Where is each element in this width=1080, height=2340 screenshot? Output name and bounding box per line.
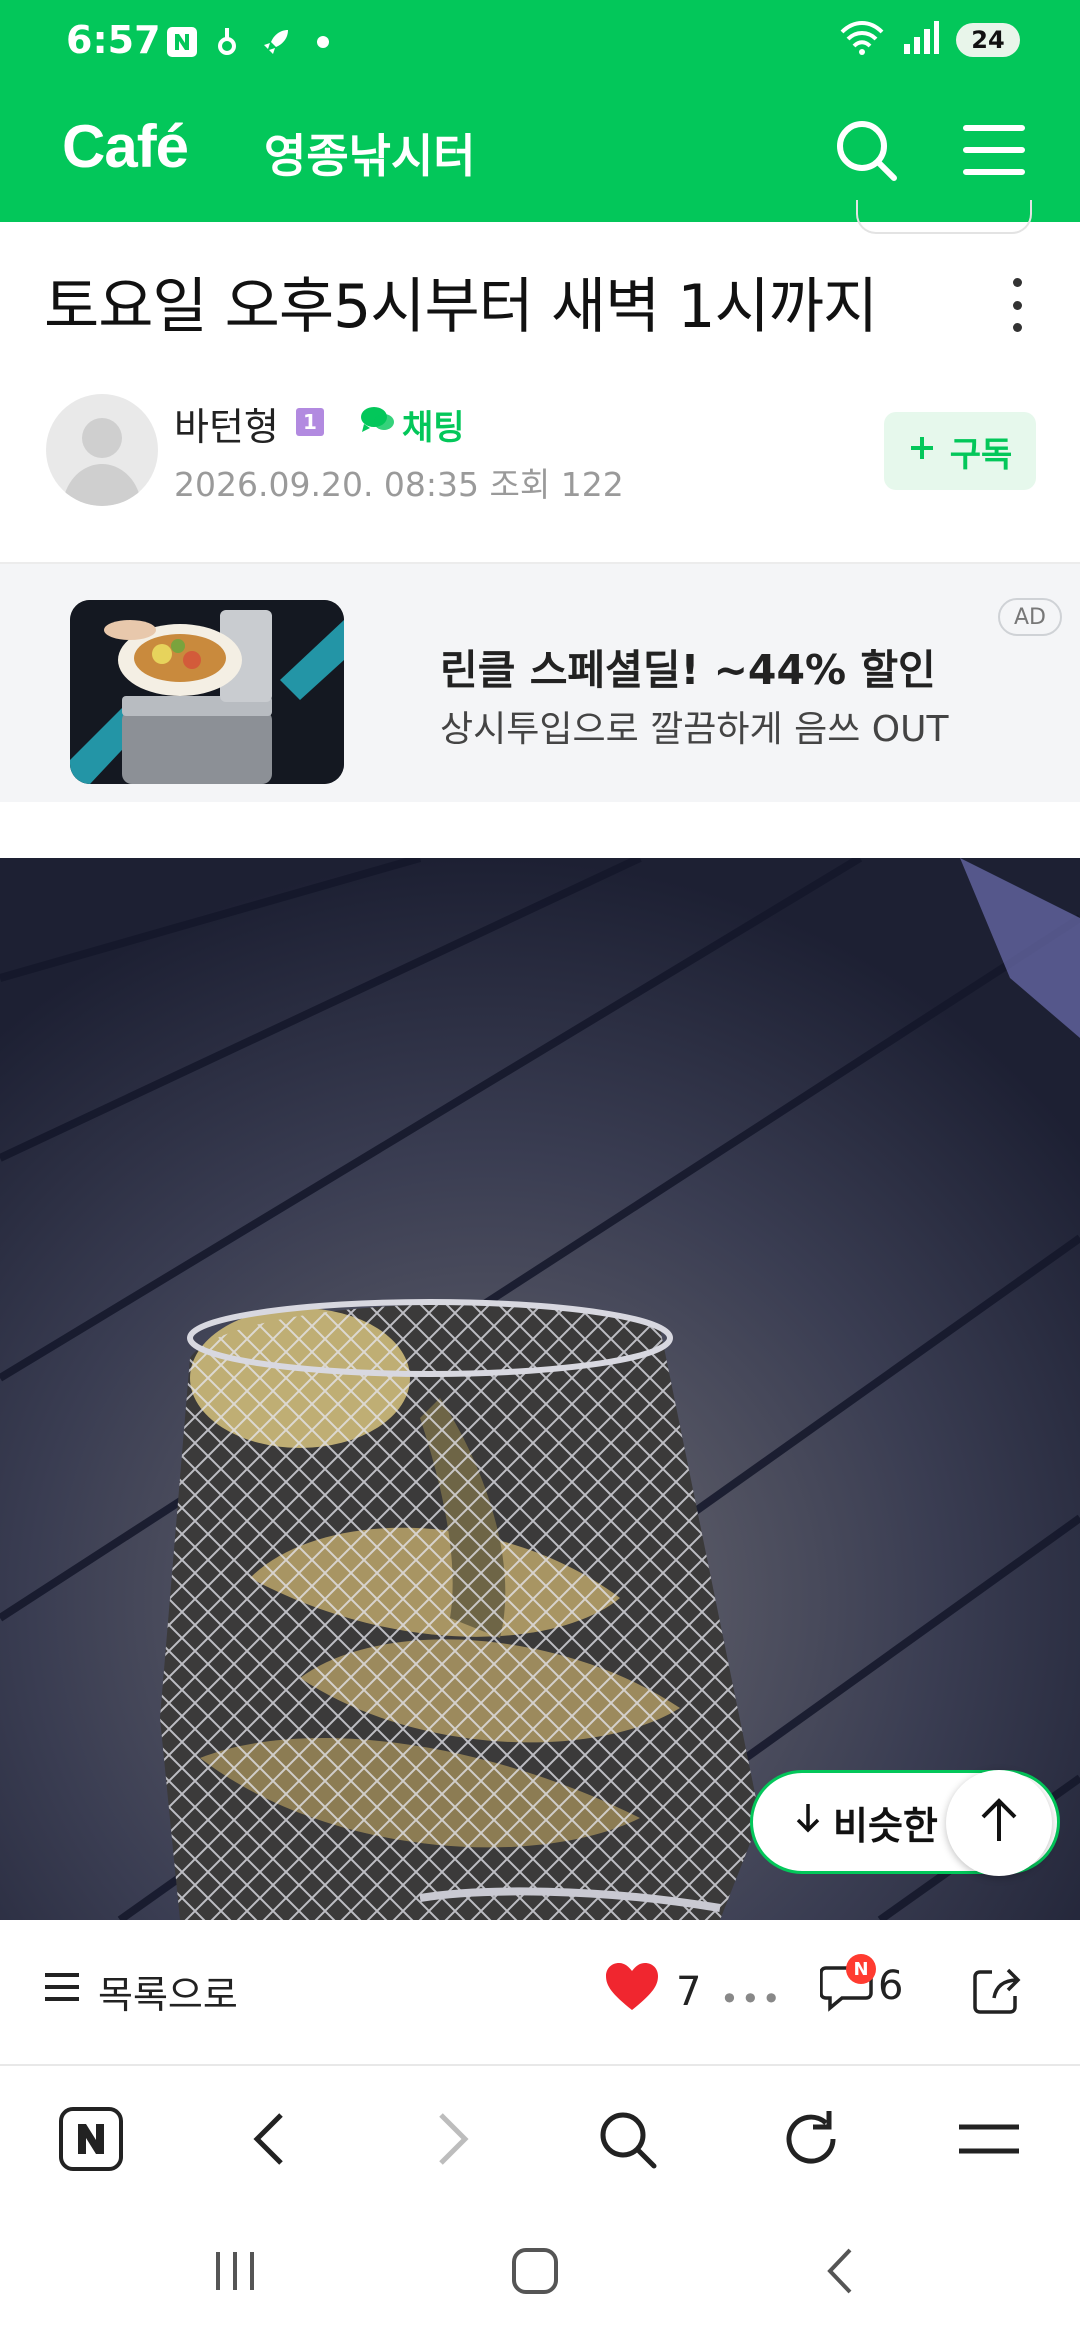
browser-search-icon[interactable] — [592, 2104, 662, 2174]
top-bar: 6:57 24 Café 영종낚시터 — [0, 0, 1080, 222]
similar-label: 비슷한 — [833, 1803, 938, 1848]
heart-icon — [604, 1962, 660, 2022]
post-date: 2026.09.20. 08:35 — [174, 465, 480, 504]
dot-icon — [316, 34, 330, 53]
avatar[interactable] — [46, 394, 158, 506]
app-bar: Café 영종낚시터 — [0, 100, 1080, 200]
cafe-logo[interactable]: Café — [62, 112, 189, 181]
naver-n-icon — [166, 26, 198, 62]
arrow-down-icon — [793, 1800, 823, 1844]
collapsed-pill — [856, 200, 1032, 234]
scroll-top-button[interactable] — [946, 1770, 1052, 1876]
comment-count: 6 — [878, 1963, 904, 2009]
status-time: 6:57 — [66, 18, 161, 62]
author-name[interactable]: 바턴형 — [174, 396, 279, 451]
comment-icon: N — [819, 1954, 876, 2012]
status-bar: 6:57 24 — [0, 0, 1080, 84]
like-button[interactable]: 7 — [604, 1962, 701, 2022]
comment-button[interactable]: N 6 — [819, 1954, 904, 2012]
chat-button[interactable]: 채팅 — [360, 400, 465, 449]
ad-title: 린클 스페셜딜! ~44% 할인 — [440, 646, 936, 694]
browser-nav-bar — [0, 2066, 1080, 2206]
ad-description: 상시투입으로 깔끔하게 음쓰 OUT — [440, 709, 949, 750]
page: 6:57 24 Café 영종낚시터 토요일 오후5시부터 새벽 1시까지 바턴… — [0, 0, 1080, 2340]
more-dots-icon[interactable]: ••• — [720, 1980, 783, 2018]
wifi-icon — [838, 20, 886, 60]
home-icon[interactable] — [510, 2246, 560, 2300]
chat-label: 채팅 — [402, 408, 465, 448]
rocket-icon — [260, 26, 292, 62]
sync-icon — [214, 26, 240, 62]
list-label: 목록으로 — [98, 1973, 238, 2017]
subscribe-label: 구독 — [949, 434, 1013, 475]
status-right: 24 — [838, 20, 1020, 60]
arrow-up-icon — [977, 1797, 1021, 1849]
post-meta: 2026.09.20. 08:35 조회 122 — [174, 458, 624, 506]
back-to-list-button[interactable]: 목록으로 — [42, 1964, 238, 2019]
like-count: 7 — [676, 1969, 702, 2015]
signal-icon — [902, 20, 940, 60]
system-nav-bar — [0, 2206, 1080, 2340]
view-count: 조회 122 — [489, 465, 624, 504]
subscribe-button[interactable]: 구독 — [884, 412, 1036, 490]
ad-banner[interactable]: 린클 스페셜딜! ~44% 할인 상시투입으로 깔끔하게 음쓰 OUT AD — [0, 562, 1080, 802]
chat-icon — [360, 404, 396, 445]
post-title: 토요일 오후5시부터 새벽 1시까지 — [44, 272, 878, 342]
post-action-bar: 목록으로 7 ••• N 6 — [0, 1920, 1080, 2066]
ad-image — [70, 600, 344, 784]
naver-home-icon[interactable] — [56, 2104, 126, 2174]
search-icon[interactable] — [828, 112, 904, 188]
menu-icon[interactable] — [956, 112, 1032, 188]
new-comment-badge: N — [846, 1954, 876, 1984]
browser-forward-icon[interactable] — [418, 2104, 488, 2174]
battery-icon: 24 — [956, 23, 1020, 57]
share-icon[interactable] — [970, 1962, 1026, 2022]
refresh-icon[interactable] — [776, 2104, 846, 2174]
ad-badge[interactable]: AD — [998, 598, 1062, 636]
grade-badge: 1 — [296, 408, 324, 436]
system-back-icon[interactable] — [820, 2246, 860, 2300]
plus-icon — [908, 431, 936, 471]
browser-back-icon[interactable] — [234, 2104, 304, 2174]
browser-menu-icon[interactable] — [954, 2104, 1024, 2174]
recent-apps-icon[interactable] — [210, 2246, 260, 2300]
post-photo[interactable] — [0, 858, 1080, 1920]
more-options-icon[interactable] — [1000, 270, 1034, 340]
cafe-name[interactable]: 영종낚시터 — [264, 120, 476, 186]
list-icon — [42, 1969, 82, 2014]
